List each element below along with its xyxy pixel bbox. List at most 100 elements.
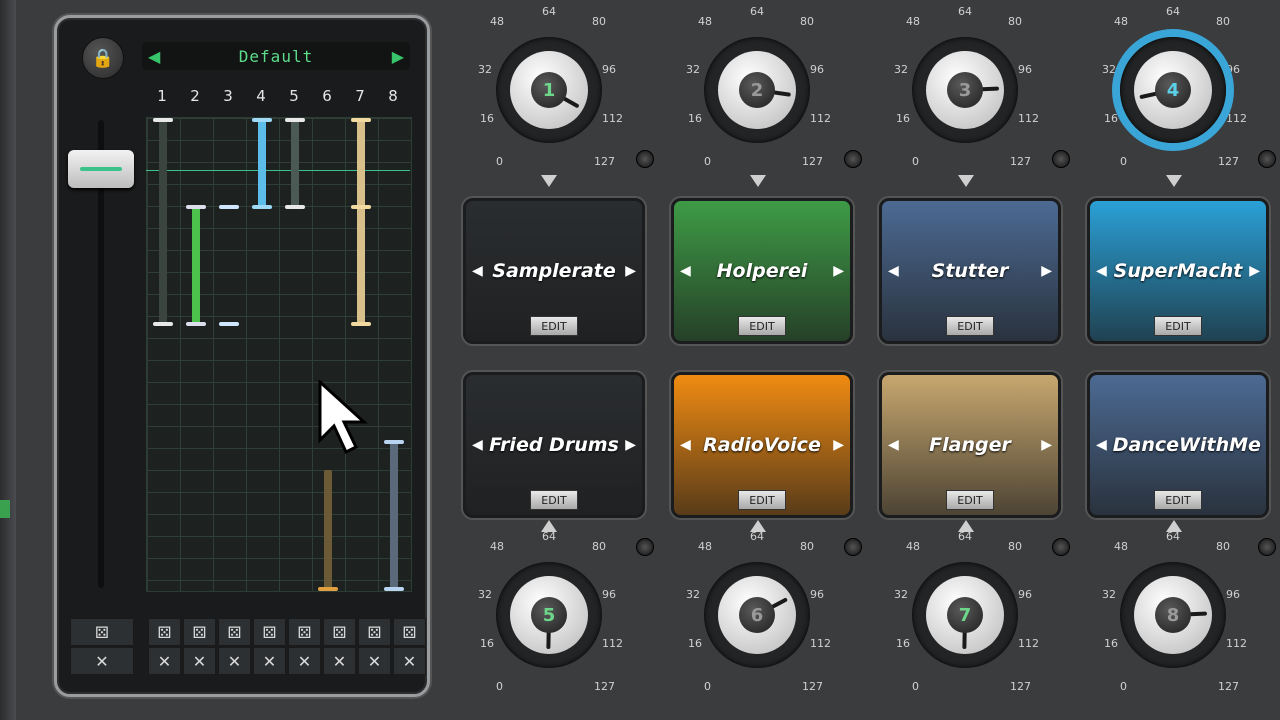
effect-next-button[interactable]: ▶: [619, 263, 642, 279]
step-cap-5[interactable]: [285, 205, 305, 209]
clear-column-button[interactable]: ✕: [183, 647, 216, 675]
knob-1[interactable]: 0 16 32 48 64 80 96 112 127 1: [474, 5, 624, 168]
knob-led[interactable]: [1258, 538, 1276, 556]
step-cap-8[interactable]: [384, 440, 404, 444]
effect-tile-7[interactable]: ◀ Flanger ▶ EDIT: [879, 372, 1061, 518]
knob-scale-label: 32: [1102, 588, 1116, 601]
effect-tile-6[interactable]: ◀ RadioVoice ▶ EDIT: [671, 372, 853, 518]
clear-column-button[interactable]: ✕: [288, 647, 321, 675]
effect-prev-button[interactable]: ◀: [674, 437, 697, 453]
knob-6[interactable]: 0 16 32 48 64 80 96 112 127 6: [682, 530, 832, 693]
effect-edit-button[interactable]: EDIT: [1154, 316, 1202, 336]
knob-led[interactable]: [1052, 538, 1070, 556]
knob-8[interactable]: 0 16 32 48 64 80 96 112 127 8: [1098, 530, 1248, 693]
step-cap-7[interactable]: [351, 322, 371, 326]
random-column-button[interactable]: ⚄: [253, 618, 286, 646]
step-cap-2[interactable]: [186, 205, 206, 209]
knob-7[interactable]: 0 16 32 48 64 80 96 112 127 7: [890, 530, 1040, 693]
knob-5[interactable]: 0 16 32 48 64 80 96 112 127 5: [474, 530, 624, 693]
effect-tile-4[interactable]: ◀ SuperMacht ▶ EDIT: [1087, 198, 1269, 344]
step-bar-2[interactable]: [192, 207, 200, 325]
effect-next-button[interactable]: ▶: [619, 437, 642, 453]
step-cap-4[interactable]: [252, 118, 272, 122]
effect-next-button[interactable]: ▶: [827, 437, 850, 453]
effect-prev-button[interactable]: ◀: [466, 437, 489, 453]
preset-next-button[interactable]: ▶: [386, 47, 410, 66]
effect-tile-1[interactable]: ◀ Samplerate ▶ EDIT: [463, 198, 645, 344]
knob-3[interactable]: 0 16 32 48 64 80 96 112 127 3: [890, 5, 1040, 168]
clear-column-button[interactable]: ✕: [253, 647, 286, 675]
knob-4[interactable]: 0 16 32 48 64 80 96 112 127 4: [1098, 5, 1248, 168]
effect-edit-button[interactable]: EDIT: [946, 490, 994, 510]
preset-prev-button[interactable]: ◀: [142, 47, 166, 66]
random-column-button[interactable]: ⚄: [218, 618, 251, 646]
effect-next-button[interactable]: ▶: [1243, 263, 1266, 279]
effect-next-button[interactable]: ▶: [1035, 437, 1058, 453]
random-column-button[interactable]: ⚄: [393, 618, 426, 646]
master-fader-handle[interactable]: [68, 150, 134, 188]
knob-scale-label: 16: [688, 637, 702, 650]
effect-edit-button[interactable]: EDIT: [946, 316, 994, 336]
effect-prev-button[interactable]: ◀: [674, 263, 697, 279]
effect-tile-5[interactable]: ◀ Fried Drums ▶ EDIT: [463, 372, 645, 518]
effect-edit-button[interactable]: EDIT: [530, 490, 578, 510]
effect-label-row: ◀ Stutter ▶: [882, 256, 1058, 286]
effect-prev-button[interactable]: ◀: [882, 263, 905, 279]
clear-column-button[interactable]: ✕: [323, 647, 356, 675]
clear-column-button[interactable]: ✕: [148, 647, 181, 675]
step-bar-6[interactable]: [324, 470, 332, 588]
knob-2[interactable]: 0 16 32 48 64 80 96 112 127 2: [682, 5, 832, 168]
clear-column-button[interactable]: ✕: [358, 647, 391, 675]
random-column-button[interactable]: ⚄: [288, 618, 321, 646]
knob-led[interactable]: [1052, 150, 1070, 168]
step-cap-1[interactable]: [153, 322, 173, 326]
step-cap-2[interactable]: [186, 322, 206, 326]
effect-next-button[interactable]: ▶: [827, 263, 850, 279]
master-fader-track[interactable]: [98, 120, 104, 588]
effect-prev-button[interactable]: ◀: [1090, 437, 1113, 453]
step-cap-6[interactable]: [318, 587, 338, 591]
step-cap-7[interactable]: [351, 118, 371, 122]
step-cap-7[interactable]: [351, 205, 371, 209]
random-column-button[interactable]: ⚄: [358, 618, 391, 646]
step-bar-4[interactable]: [258, 120, 266, 208]
random-column-button[interactable]: ⚄: [183, 618, 216, 646]
effect-prev-button[interactable]: ◀: [466, 263, 489, 279]
step-cap-3[interactable]: [219, 322, 239, 326]
knob-number: 7: [947, 597, 983, 633]
random-column-button[interactable]: ⚄: [148, 618, 181, 646]
knob-scale-label: 112: [1226, 637, 1247, 650]
step-cap-8[interactable]: [384, 587, 404, 591]
clear-all-button[interactable]: ✕: [70, 647, 134, 675]
step-bar-1[interactable]: [159, 120, 167, 325]
step-cap-5[interactable]: [285, 118, 305, 122]
effect-tile-2[interactable]: ◀ Holperei ▶ EDIT: [671, 198, 853, 344]
knob-led[interactable]: [1258, 150, 1276, 168]
random-all-button[interactable]: ⚄: [70, 618, 134, 646]
knob-led[interactable]: [844, 150, 862, 168]
effect-edit-button[interactable]: EDIT: [738, 490, 786, 510]
clear-column-button[interactable]: ✕: [393, 647, 426, 675]
knob-led[interactable]: [844, 538, 862, 556]
step-cap-3[interactable]: [219, 205, 239, 209]
knob-led[interactable]: [636, 538, 654, 556]
knob-led[interactable]: [636, 150, 654, 168]
effect-edit-button[interactable]: EDIT: [1154, 490, 1202, 510]
step-bar-8[interactable]: [390, 442, 398, 588]
step-cap-1[interactable]: [153, 118, 173, 122]
clear-column-button[interactable]: ✕: [218, 647, 251, 675]
effect-next-button[interactable]: ▶: [1261, 437, 1266, 453]
effect-tile-8[interactable]: ◀DanceWithMe▶ EDIT: [1087, 372, 1269, 518]
step-bar-7[interactable]: [357, 120, 365, 325]
step-cap-4[interactable]: [252, 205, 272, 209]
sequence-grid[interactable]: [146, 117, 412, 592]
effect-tile-3[interactable]: ◀ Stutter ▶ EDIT: [879, 198, 1061, 344]
effect-edit-button[interactable]: EDIT: [738, 316, 786, 336]
step-bar-5[interactable]: [291, 120, 299, 208]
random-column-button[interactable]: ⚄: [323, 618, 356, 646]
lock-icon[interactable]: 🔒: [82, 37, 124, 79]
effect-edit-button[interactable]: EDIT: [530, 316, 578, 336]
effect-prev-button[interactable]: ◀: [1090, 263, 1113, 279]
effect-prev-button[interactable]: ◀: [882, 437, 905, 453]
effect-next-button[interactable]: ▶: [1035, 263, 1058, 279]
